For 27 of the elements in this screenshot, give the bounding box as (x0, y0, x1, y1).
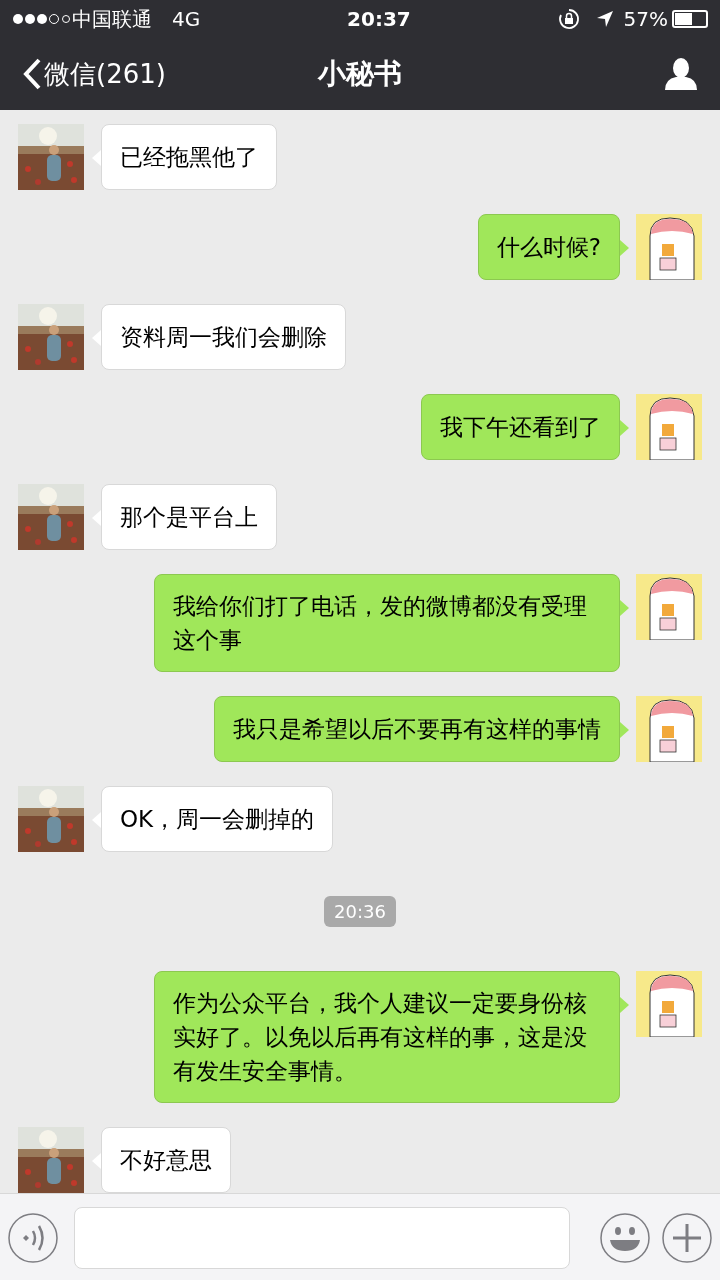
message-bubble: 那个是平台上 (101, 484, 277, 550)
message-bubble: 什么时候? (477, 214, 620, 280)
battery-percent: 57% (623, 6, 668, 33)
message-bubble: 作为公众平台，我个人建议一定要身份核实好了。以免以后再有这样的事，这是没有发生安全事情。 (154, 971, 620, 1103)
back-chevron-icon (22, 57, 42, 91)
profile-icon[interactable] (664, 58, 698, 90)
message-bubble: 已经拖黑他了 (101, 124, 277, 190)
rotation-lock-icon (557, 8, 580, 30)
plus-icon[interactable] (662, 1212, 712, 1263)
battery-icon (672, 10, 708, 28)
voice-icon[interactable] (8, 1212, 58, 1263)
location-icon (595, 10, 614, 28)
message-bubble: 我下午还看到了 (421, 394, 620, 460)
message-bubble: 我给你们打了电话，发的微博都没有受理这个事 (154, 574, 620, 672)
chat-title: 小秘书 (318, 56, 402, 92)
emoji-icon[interactable] (600, 1212, 650, 1263)
network-type: 4G (172, 6, 201, 33)
timestamp: 20:36 (324, 896, 396, 927)
signal-icon (12, 13, 70, 25)
status-time: 20:37 (347, 6, 411, 33)
message-bubble: 不好意思 (101, 1127, 231, 1193)
message-bubble: 我只是希望以后不要再有这样的事情 (214, 696, 620, 762)
message-bubble: 资料周一我们会删除 (101, 304, 346, 370)
message-bubble: OK，周一会删掉的 (101, 786, 334, 852)
carrier-name: 中国联通 (72, 6, 152, 33)
back-button[interactable]: 微信(261) (22, 54, 166, 94)
message-input[interactable] (74, 1206, 570, 1269)
